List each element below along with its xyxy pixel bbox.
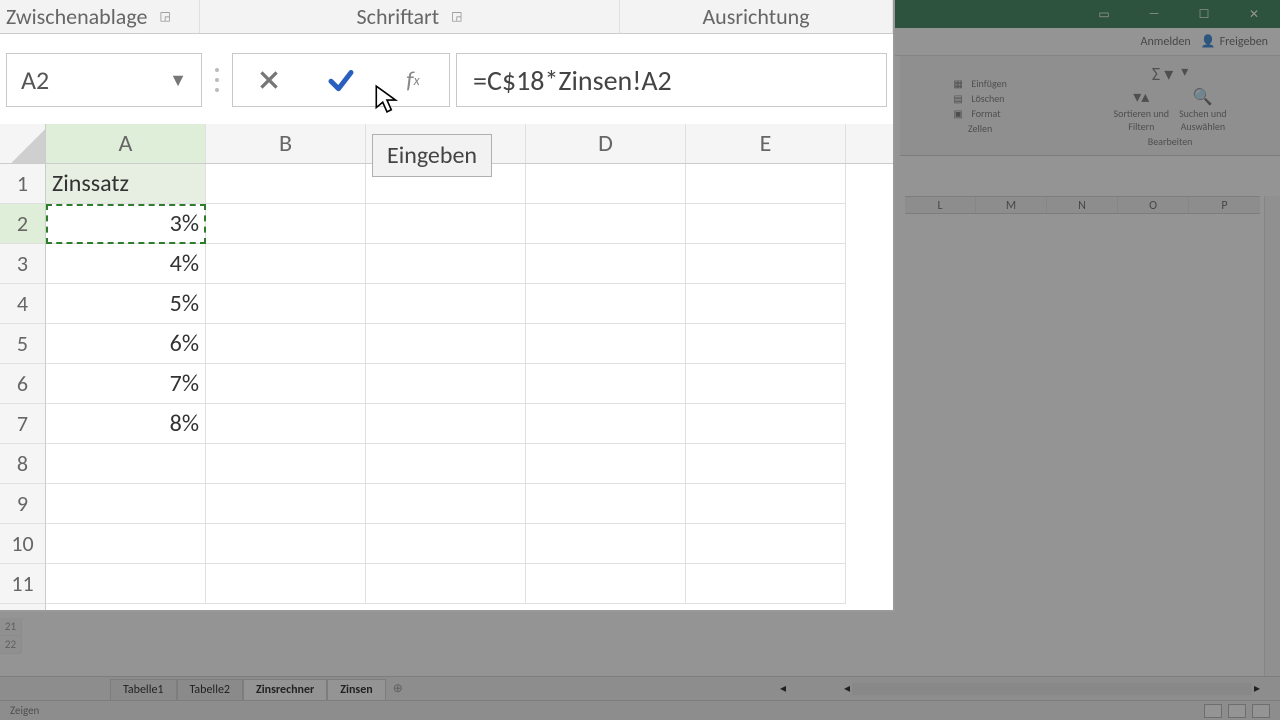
- cell[interactable]: [526, 364, 686, 404]
- cell[interactable]: [206, 404, 366, 444]
- chevron-down-icon: ▼: [169, 69, 187, 91]
- enter-tooltip: Eingeben: [372, 134, 492, 177]
- cell[interactable]: [686, 364, 846, 404]
- formula-bar-resize-handle[interactable]: [208, 68, 226, 92]
- cell[interactable]: [686, 284, 846, 324]
- cell[interactable]: 8%: [46, 404, 206, 444]
- cell[interactable]: [366, 204, 526, 244]
- formula-bar-input[interactable]: =C$18*Zinsen!A2: [456, 53, 887, 107]
- cell[interactable]: [366, 404, 526, 444]
- zoomed-formula-bar-panel: Zwischenablage ◲ Schriftart ◲ Ausrichtun…: [0, 0, 895, 612]
- cell[interactable]: [206, 284, 366, 324]
- row-header[interactable]: 11: [0, 564, 45, 604]
- cell[interactable]: Zinssatz: [46, 164, 206, 204]
- cancel-formula-button[interactable]: [241, 60, 297, 100]
- name-box[interactable]: A2 ▼: [6, 53, 202, 107]
- cell[interactable]: [686, 204, 846, 244]
- row-header[interactable]: 2: [0, 204, 45, 244]
- row-header[interactable]: 5: [0, 324, 45, 364]
- cell[interactable]: [46, 444, 206, 484]
- cell[interactable]: [686, 524, 846, 564]
- copy-selection-marquee: [46, 204, 206, 244]
- x-icon: [256, 67, 282, 93]
- cell[interactable]: [206, 444, 366, 484]
- cell[interactable]: [686, 484, 846, 524]
- column-header-a[interactable]: A: [46, 124, 206, 163]
- cell[interactable]: [686, 444, 846, 484]
- cell[interactable]: 5%: [46, 284, 206, 324]
- cell[interactable]: [686, 244, 846, 284]
- cell[interactable]: [526, 324, 686, 364]
- row-header[interactable]: 10: [0, 524, 45, 564]
- row-header[interactable]: 3: [0, 244, 45, 284]
- alignment-group-label: Ausrichtung: [702, 3, 809, 30]
- row-header[interactable]: 7: [0, 404, 45, 444]
- cell[interactable]: [526, 444, 686, 484]
- cell[interactable]: [206, 164, 366, 204]
- cell[interactable]: [206, 484, 366, 524]
- check-icon: [326, 65, 356, 95]
- insert-function-button[interactable]: fx: [385, 60, 441, 100]
- cell[interactable]: [366, 444, 526, 484]
- select-all-button[interactable]: [0, 124, 46, 164]
- formula-bar-value: =C$18*Zinsen!A2: [473, 63, 672, 98]
- row-header[interactable]: 9: [0, 484, 45, 524]
- cell[interactable]: [366, 244, 526, 284]
- cell[interactable]: [686, 164, 846, 204]
- row-header[interactable]: 8: [0, 444, 45, 484]
- cell[interactable]: [366, 524, 526, 564]
- cell[interactable]: [526, 484, 686, 524]
- cell[interactable]: [46, 564, 206, 604]
- cell[interactable]: [46, 524, 206, 564]
- cell[interactable]: [526, 564, 686, 604]
- cell[interactable]: 4%: [46, 244, 206, 284]
- cell[interactable]: 7%: [46, 364, 206, 404]
- cell[interactable]: [686, 564, 846, 604]
- font-group-label: Schriftart: [357, 3, 440, 30]
- column-header-b[interactable]: B: [206, 124, 366, 163]
- cell[interactable]: [686, 324, 846, 364]
- column-header-e[interactable]: E: [686, 124, 846, 163]
- enter-formula-button[interactable]: [313, 60, 369, 100]
- cell[interactable]: [366, 284, 526, 324]
- row-header[interactable]: 4: [0, 284, 45, 324]
- clipboard-dialog-launcher[interactable]: ◲: [159, 9, 170, 24]
- cell[interactable]: [526, 284, 686, 324]
- cell[interactable]: [366, 324, 526, 364]
- row-header[interactable]: 1: [0, 164, 45, 204]
- cell[interactable]: [526, 164, 686, 204]
- cell[interactable]: [206, 564, 366, 604]
- cell[interactable]: [686, 404, 846, 444]
- cell[interactable]: [206, 204, 366, 244]
- cell[interactable]: [206, 524, 366, 564]
- name-box-value: A2: [21, 64, 49, 96]
- cell[interactable]: [526, 244, 686, 284]
- font-dialog-launcher[interactable]: ◲: [451, 9, 462, 24]
- cell[interactable]: [366, 364, 526, 404]
- cell[interactable]: [206, 244, 366, 284]
- cell[interactable]: [206, 364, 366, 404]
- column-header-d[interactable]: D: [526, 124, 686, 163]
- row-header[interactable]: 6: [0, 364, 45, 404]
- cell[interactable]: [366, 484, 526, 524]
- cell[interactable]: [526, 204, 686, 244]
- cell[interactable]: [526, 404, 686, 444]
- cell[interactable]: [46, 484, 206, 524]
- cell[interactable]: [366, 564, 526, 604]
- clipboard-group-label: Zwischenablage: [6, 3, 147, 30]
- cell[interactable]: [206, 324, 366, 364]
- cell[interactable]: [526, 524, 686, 564]
- cell[interactable]: 6%: [46, 324, 206, 364]
